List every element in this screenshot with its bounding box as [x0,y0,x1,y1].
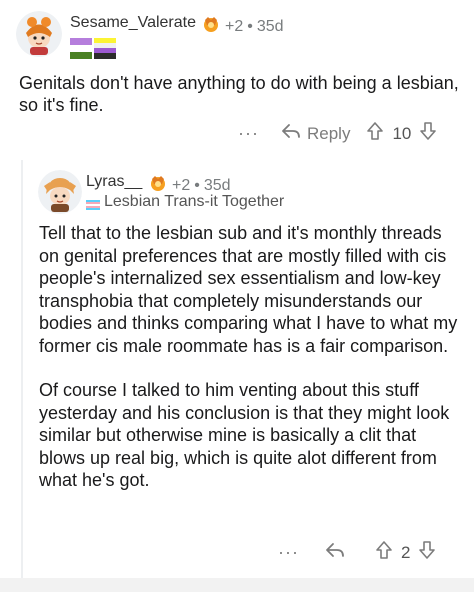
avatar[interactable] [38,170,82,214]
more-dots-icon[interactable]: ··· [238,123,259,144]
comment-meta: +2 • 35d [201,14,284,39]
award-count: +2 [225,17,244,35]
downvote-icon[interactable] [418,540,436,565]
reply-label: Reply [306,123,351,143]
award-icon[interactable] [201,14,221,39]
username[interactable]: Lyras__ [86,173,142,191]
separator: • [247,17,253,35]
separator: • [194,176,200,194]
comment-actions: ··· Reply 10 [238,121,437,146]
vote-score: 10 [392,123,412,143]
username[interactable]: Sesame_Valerate [70,14,196,32]
comment-age: 35d [203,176,231,194]
reply-arrow-icon [281,122,301,145]
vote-controls: 2 [375,540,436,565]
reply-button[interactable] [325,541,345,564]
comment-body: Tell that to the lesbian sub and it's mo… [39,222,459,492]
upvote-icon[interactable] [375,540,393,565]
paragraph: Tell that to the lesbian sub and it's mo… [39,223,458,356]
reply-arrow-icon [325,541,345,564]
user-flair: Lesbian Trans-it Together [104,193,285,210]
comment-body: Genitals don't have anything to do with … [19,73,459,115]
bottom-divider [0,578,474,592]
thread-line[interactable] [21,160,23,578]
more-dots-icon[interactable]: ··· [278,542,299,563]
downvote-icon[interactable] [419,121,437,146]
vote-controls: 10 [366,121,437,146]
comment-age: 35d [256,17,284,35]
comment-actions: ··· 2 [278,540,436,565]
award-count: +2 [172,176,191,194]
flair-flags [70,38,118,60]
avatar[interactable] [16,11,62,57]
vote-score: 2 [400,542,411,562]
reply-button[interactable]: Reply [281,122,350,145]
upvote-icon[interactable] [366,121,384,146]
trans-flag-icon [86,197,100,210]
paragraph: Of course I talked to him venting about … [39,380,450,490]
